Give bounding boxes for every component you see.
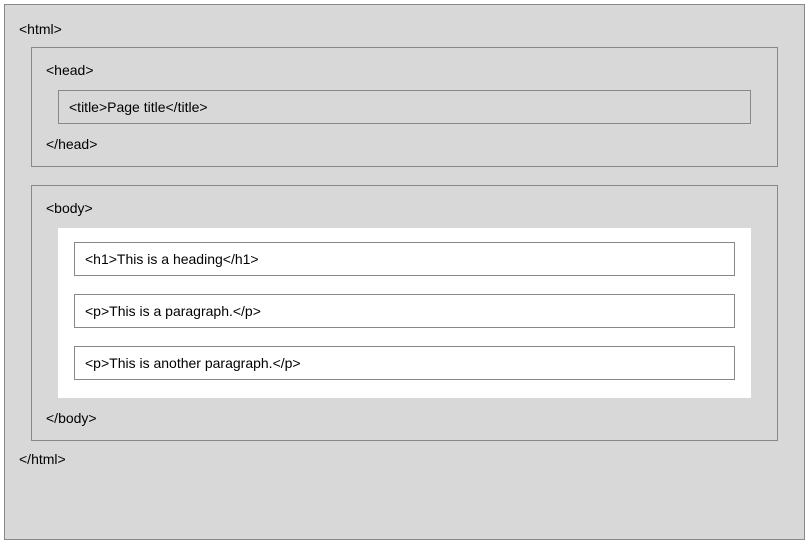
html-open-tag: <html>	[19, 21, 790, 37]
body-box: <body> <h1>This is a heading</h1> <p>Thi…	[31, 185, 778, 441]
title-box: <title>Page title</title>	[58, 90, 751, 124]
body-open-tag: <body>	[46, 200, 763, 216]
p1-box: <p>This is a paragraph.</p>	[74, 294, 735, 328]
head-close-tag: </head>	[46, 136, 763, 152]
p2-box: <p>This is another paragraph.</p>	[74, 346, 735, 380]
head-open-tag: <head>	[46, 62, 763, 78]
head-box: <head> <title>Page title</title> </head>	[31, 47, 778, 167]
html-close-tag: </html>	[19, 451, 790, 467]
body-close-tag: </body>	[46, 410, 763, 426]
html-box: <html> <head> <title>Page title</title> …	[4, 4, 805, 540]
h1-box: <h1>This is a heading</h1>	[74, 242, 735, 276]
body-content-area: <h1>This is a heading</h1> <p>This is a …	[58, 228, 751, 398]
